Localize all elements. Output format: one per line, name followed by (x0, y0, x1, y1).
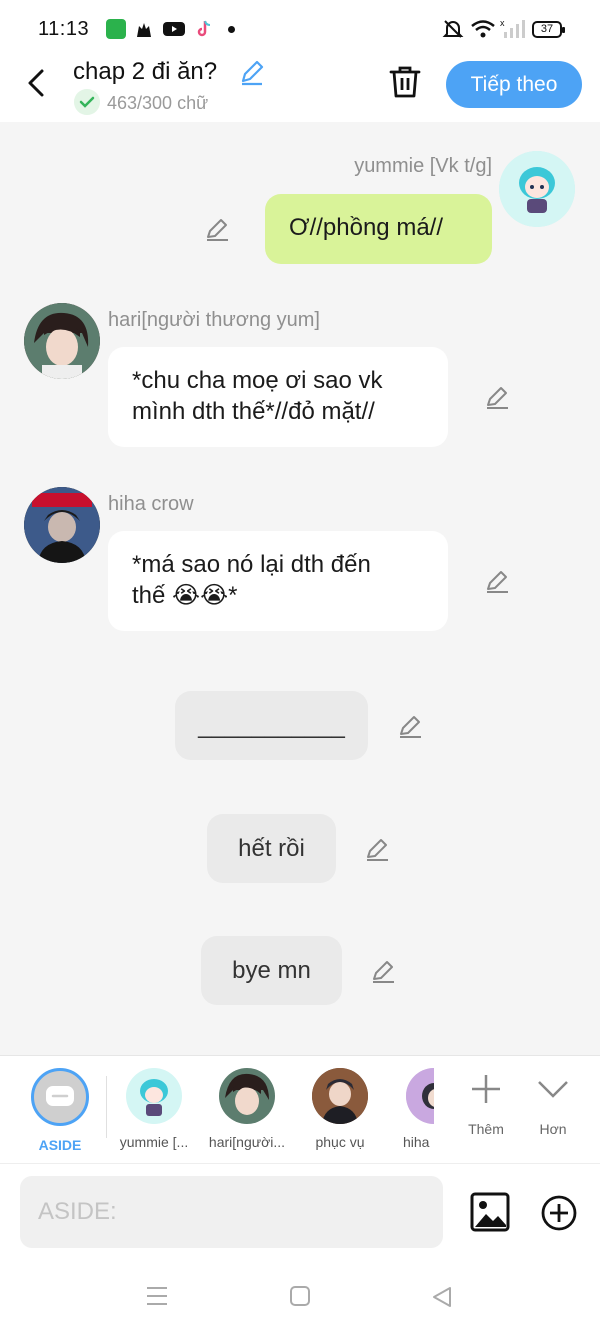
spreadsheet-app-icon (106, 19, 126, 39)
character-aside[interactable]: ASIDE (15, 1068, 105, 1153)
back-arrow-icon[interactable] (24, 68, 50, 98)
character-yummie[interactable]: yummie [... (109, 1068, 199, 1150)
home-square-icon[interactable] (289, 1285, 311, 1307)
character-selector-bar: ASIDE yummie [... hari[người... phục vụ … (0, 1055, 600, 1163)
avatar (219, 1068, 275, 1124)
add-character-button[interactable]: Thêm (456, 1072, 516, 1137)
character-phuc-vu[interactable]: phục vụ (295, 1068, 385, 1150)
system-nav-bar (0, 1263, 600, 1333)
edit-pencil-icon[interactable] (204, 216, 230, 242)
message-text-line: *chu cha moẹ ơi sao vk (132, 367, 383, 394)
more-characters-button[interactable]: Hơn (523, 1072, 583, 1137)
message-text-line: thế 😭😭* (132, 582, 238, 609)
character-label: yummie [... (119, 1134, 189, 1150)
edit-pencil-icon[interactable] (484, 568, 510, 594)
character-label: hari[người... (208, 1134, 286, 1150)
character-label: ASIDE (38, 1137, 82, 1153)
editor-header: chap 2 đi ăn? 463/300 chữ Tiếp theo (0, 58, 600, 122)
notification-dot (228, 26, 235, 33)
check-circle-icon (74, 89, 100, 115)
edit-pencil-icon[interactable] (397, 713, 423, 739)
message-text-line: *má sao nó lại dth đến (132, 551, 371, 578)
character-hiha[interactable]: hiha (388, 1068, 434, 1150)
edit-title-pencil-icon[interactable] (238, 58, 266, 86)
chapter-title[interactable]: chap 2 đi ăn? (73, 58, 217, 86)
narration-text: bye mn (232, 957, 311, 984)
wifi-icon (471, 20, 495, 38)
add-circle-icon[interactable] (540, 1194, 578, 1232)
tiktok-icon (197, 20, 211, 37)
menu-icon[interactable] (145, 1285, 169, 1307)
speech-bubble-icon (46, 1086, 74, 1106)
youtube-icon (163, 22, 185, 36)
message-text: Ơ//phồng má// (289, 214, 443, 241)
message-text-line: mình dth thế*//đỏ mặt// (132, 398, 375, 425)
chat-bubble-own[interactable]: Ơ//phồng má// (265, 194, 492, 264)
cat-app-icon (137, 23, 151, 37)
word-count: 463/300 chữ (107, 93, 209, 113)
mute-bell-icon (442, 20, 464, 38)
image-icon[interactable] (470, 1192, 510, 1232)
narration-bubble[interactable]: ___________ (175, 691, 368, 760)
aside-input[interactable] (20, 1176, 443, 1248)
character-label: phục vụ (315, 1134, 365, 1150)
status-time: 11:13 (38, 18, 90, 40)
avatar (312, 1068, 368, 1124)
narration-text: hết rồi (238, 835, 305, 862)
sender-name: yummie [Vk t/g] (354, 155, 492, 177)
chat-bubble[interactable]: *má sao nó lại dth đến thế 😭😭* (108, 531, 448, 631)
narration-bubble[interactable]: bye mn (201, 936, 342, 1005)
divider (106, 1076, 107, 1138)
avatar-yummie[interactable] (499, 151, 575, 227)
back-triangle-icon[interactable] (430, 1285, 454, 1309)
input-row (0, 1163, 600, 1263)
svg-text:x: x (500, 18, 505, 28)
chevron-down-icon (538, 1081, 568, 1098)
more-label: Hơn (539, 1121, 567, 1137)
character-hari[interactable]: hari[người... (202, 1068, 292, 1150)
edit-pencil-icon[interactable] (484, 384, 510, 410)
avatar-hari[interactable] (24, 303, 100, 379)
trash-icon[interactable] (388, 64, 422, 100)
sender-name: hari[người thương yum] (108, 309, 320, 331)
chat-area[interactable]: yummie [Vk t/g] Ơ//phồng má// hari[người… (0, 122, 600, 1055)
chat-bubble[interactable]: *chu cha moẹ ơi sao vk mình dth thế*//đỏ… (108, 347, 448, 447)
add-label: Thêm (468, 1121, 504, 1137)
status-bar: 11:13 x 37 (0, 0, 600, 58)
avatar (406, 1068, 434, 1124)
plus-icon (472, 1075, 500, 1103)
avatar (126, 1068, 182, 1124)
edit-pencil-icon[interactable] (370, 958, 396, 984)
aside-avatar (31, 1068, 89, 1126)
edit-pencil-icon[interactable] (364, 836, 390, 862)
narration-bubble[interactable]: hết rồi (207, 814, 336, 883)
battery-icon: 37 (532, 21, 565, 38)
narration-text: ___________ (198, 712, 345, 739)
character-label: hiha (403, 1134, 430, 1150)
signal-icon: x (500, 18, 525, 38)
next-button[interactable]: Tiếp theo (446, 61, 582, 108)
avatar-hiha-crow[interactable] (24, 487, 100, 563)
sender-name: hiha crow (108, 493, 194, 515)
